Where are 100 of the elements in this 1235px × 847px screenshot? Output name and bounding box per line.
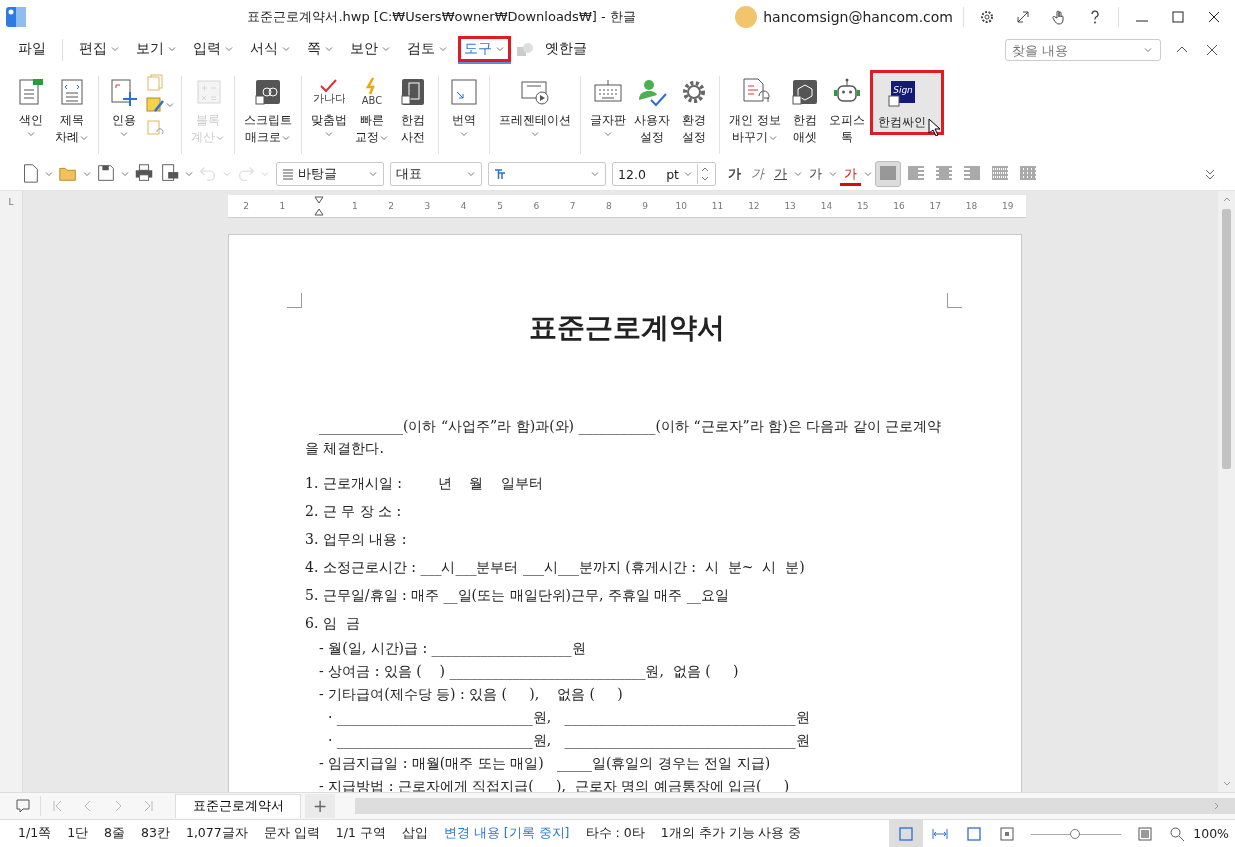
ribbon-button[interactable]: 색인 <box>12 70 50 141</box>
indent-marker-icon[interactable] <box>313 196 324 216</box>
sub-item: · ____________________________원, _________________________________원 <box>326 731 811 751</box>
slider-thumb[interactable] <box>1070 828 1081 839</box>
scrollbar-thumb[interactable] <box>1222 209 1231 469</box>
search-icon[interactable] <box>1169 825 1186 842</box>
style-dropdown[interactable]: 바탕글 <box>276 162 384 186</box>
justify-align-icon <box>878 164 898 181</box>
menu-tab[interactable]: 파일 <box>12 36 52 64</box>
page-view-button[interactable] <box>889 820 924 847</box>
ribbon-button[interactable]: 환경 설정 <box>675 70 713 148</box>
new-tab-button[interactable]: + <box>305 794 335 818</box>
ribbon-button[interactable]: 글자판 <box>587 70 629 141</box>
note-pen-icon[interactable] <box>145 95 165 115</box>
ribbon-button[interactable]: 인용 <box>105 70 143 141</box>
hand-icon[interactable] <box>1051 9 1067 25</box>
list-item: 5. 근무일/휴일 : 매주 __일(또는 매일단위)근무, 주휴일 매주 __요일 <box>305 586 730 606</box>
zoom-out-icon[interactable] <box>999 825 1016 842</box>
ribbon-button[interactable]: 프레젠테이션 <box>496 70 574 141</box>
justify-align-button[interactable] <box>875 161 901 187</box>
caret-icon <box>260 169 270 179</box>
ribbon-button[interactable]: 번역 <box>445 70 483 141</box>
menu-tab[interactable]: 쪽 <box>301 36 340 64</box>
caret-icon <box>368 169 378 179</box>
full-page-icon <box>966 825 983 842</box>
ribbon-button[interactable]: 오피스 톡 <box>825 70 868 148</box>
menu-tab[interactable]: 서식 <box>244 36 297 64</box>
list-item: 2. 근 무 장 소 : <box>305 502 403 521</box>
track-changes-link[interactable]: 변경 내용 [기록 중지] <box>443 825 570 842</box>
caret-icon <box>459 129 469 139</box>
menu-tab[interactable]: 보기 <box>130 36 183 64</box>
expand-icon[interactable] <box>1015 9 1031 25</box>
tab-stop-selector[interactable]: L <box>0 191 22 207</box>
outline-button[interactable]: 가 <box>805 163 826 185</box>
status-text: 문자 입력 <box>263 825 320 842</box>
list-item: 3. 업무의 내용 : <box>305 530 408 549</box>
caret-icon <box>120 169 130 179</box>
status-text: 8줄 <box>104 825 126 842</box>
ribbon-button[interactable]: 한컴 애셋 <box>785 70 824 148</box>
caret-icon <box>224 44 234 54</box>
font-dropdown[interactable] <box>488 162 606 186</box>
zoom-slider[interactable] <box>1031 827 1122 840</box>
close-icon[interactable] <box>1204 42 1220 58</box>
maximize-icon[interactable] <box>1170 9 1186 25</box>
italic-button[interactable]: 가 <box>747 163 768 185</box>
caret-icon <box>683 169 693 179</box>
print-preview-icon <box>159 162 181 184</box>
status-text: 1단 <box>67 825 89 842</box>
save-icon <box>95 162 117 184</box>
caret-icon <box>110 44 120 54</box>
menu-tab[interactable]: 입력 <box>187 36 240 64</box>
status-text: 1/1쪽 <box>18 825 52 842</box>
split-align-icon <box>1018 164 1038 181</box>
ribbon-button[interactable]: Sign 한컴싸인 <box>869 70 944 135</box>
menu-tab[interactable]: 검토 <box>401 36 454 64</box>
font-icon <box>494 168 506 180</box>
caret-icon <box>281 44 291 54</box>
memo-icon[interactable] <box>15 798 31 814</box>
ribbon-button[interactable]: 사용자 설정 <box>631 70 673 148</box>
status-text: 1,077글자 <box>185 825 248 842</box>
document-title: 표준근로계약서 <box>528 310 726 346</box>
list-item: 4. 소정근로시간 : ___시___분부터 ___시___분까지 (휴게시간 : 시 분~ 시 분) <box>305 558 806 578</box>
horizontal-scrollbar[interactable] <box>355 798 1235 814</box>
font-size-field[interactable]: 12.0 pt <box>612 162 716 186</box>
ribbon-button[interactable]: 스크립트 매크로 <box>241 70 295 148</box>
list-item: 1. 근로개시일 : 년 월 일부터 <box>305 474 545 493</box>
language-dropdown[interactable]: 대표 <box>390 162 482 186</box>
menu-tab[interactable]: 편집 <box>73 36 126 64</box>
ribbon-button[interactable]: 제목 차례 <box>52 70 92 148</box>
caret-icon <box>793 169 803 179</box>
bold-button[interactable]: 가 <box>724 163 745 185</box>
menu-tab[interactable]: 보안 <box>344 36 397 64</box>
ribbon-button[interactable]: ABC 빠른 교정 <box>352 70 392 148</box>
avatar[interactable] <box>735 6 758 28</box>
caret-icon <box>167 44 177 54</box>
sub-item: · ____________________________원, _________________________________원 <box>326 708 811 728</box>
menu-tab[interactable]: 도구 <box>458 36 511 64</box>
color-button[interactable]: 가 <box>840 162 861 186</box>
app-logo-icon <box>4 5 28 29</box>
right-align-icon <box>962 164 982 181</box>
search-field[interactable]: 찾을 내용 <box>1005 39 1161 61</box>
page-view-icon <box>898 825 915 842</box>
status-text: 타수 : 0타 <box>585 825 645 842</box>
status-text: 1개의 추가 기능 사용 중 <box>660 825 802 842</box>
document-tab[interactable]: 표준근로계약서 <box>175 794 301 818</box>
close-icon[interactable] <box>1206 9 1222 25</box>
ribbon-button[interactable]: 개인 정보 바꾸기 <box>726 70 784 148</box>
account-email[interactable]: hancomsign@hancom.com <box>763 9 953 25</box>
menu-tab[interactable]: 옛한글 <box>539 36 593 64</box>
ribbon-button[interactable]: 한컴 사전 <box>394 70 432 148</box>
paragraph-icon <box>282 168 294 180</box>
zoom-value[interactable]: 100% <box>1193 826 1229 841</box>
ribbon-button[interactable]: 가나다 맞춤법 <box>308 70 350 141</box>
zoom-in-icon[interactable] <box>1137 825 1154 842</box>
caret-icon <box>184 169 194 179</box>
underline-button[interactable]: 가 <box>770 163 791 185</box>
sub-item: - 상여금 : 있음 ( ) ____________________________원, 없음 ( ) <box>318 662 740 682</box>
settings-icon[interactable] <box>979 9 995 25</box>
translate-icon <box>448 76 480 108</box>
caret-icon <box>603 129 613 139</box>
